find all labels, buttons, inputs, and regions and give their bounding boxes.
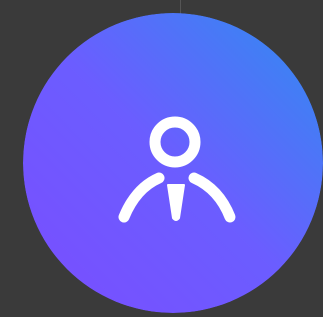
person-icon <box>118 116 236 223</box>
top-divider <box>180 0 181 14</box>
app-screen <box>0 0 323 317</box>
avatar-button[interactable] <box>23 13 323 313</box>
